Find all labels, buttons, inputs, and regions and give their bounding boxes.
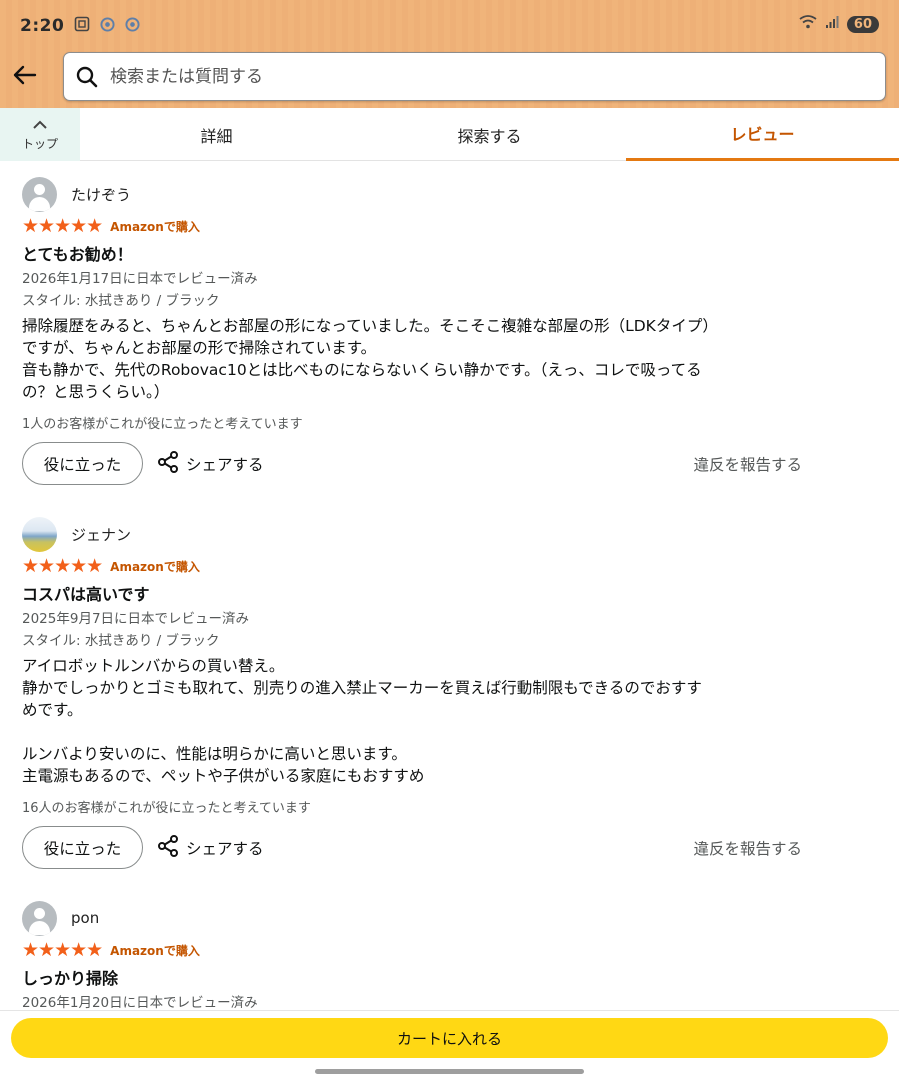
report-link[interactable]: 違反を報告する: [693, 442, 802, 485]
helpful-button[interactable]: 役に立った: [22, 826, 143, 869]
helpful-count: 16人のお客様がこれが役に立ったと考えています: [22, 801, 311, 816]
top-bar: 2:20 60: [0, 0, 899, 108]
search-box[interactable]: [63, 52, 886, 101]
report-link[interactable]: 違反を報告する: [693, 826, 802, 869]
signal-icon: [825, 15, 839, 33]
tab-explore[interactable]: 探索する: [353, 108, 626, 161]
share-label: シェアする: [186, 455, 264, 474]
avatar: [22, 176, 57, 212]
share-button[interactable]: シェアする: [156, 826, 264, 869]
star-rating: ★★★★★: [22, 555, 103, 577]
tab-details[interactable]: 詳細: [80, 108, 353, 161]
review-actions: 役に立った シェアする 違反を報告する: [22, 826, 802, 870]
review-date: 2026年1月17日に日本でレビュー済み: [22, 271, 258, 287]
verified-badge: Amazonで購入: [110, 943, 200, 958]
avatar: [22, 516, 57, 552]
tab-bar: トップ 詳細 探索する レビュー: [0, 108, 899, 161]
reviewer-name: たけぞう: [71, 185, 132, 204]
review-body: 掃除履歴をみると、ちゃんとお部屋の形になっていました。そこそこ複雑な部屋の形（L…: [22, 317, 718, 401]
status-right: 60: [799, 15, 879, 33]
review-card: たけぞう ★★★★★ Amazonで購入 とてもお勧め！ 2026年1月17日に…: [22, 176, 802, 486]
search-icon: [64, 66, 110, 88]
share-button[interactable]: シェアする: [156, 442, 264, 485]
review-card: ジェナン ★★★★★ Amazonで購入 コスパは高いです 2025年9月7日に…: [22, 516, 802, 870]
battery-indicator: 60: [846, 15, 879, 33]
helpful-button[interactable]: 役に立った: [22, 442, 143, 485]
add-to-cart-button[interactable]: カートに入れる: [11, 1018, 888, 1058]
tab-reviews[interactable]: レビュー: [626, 108, 899, 161]
review-title: しっかり掃除: [22, 969, 119, 988]
chevron-up-icon: [32, 118, 48, 132]
chrome-icon: [100, 16, 115, 36]
review-title: コスパは高いです: [22, 585, 150, 604]
reviewer-name: ジェナン: [71, 525, 132, 544]
status-time: 2:20: [20, 16, 65, 36]
share-icon: [156, 450, 180, 478]
review-header: ジェナン: [22, 516, 802, 552]
wifi-icon: [799, 15, 817, 33]
home-indicator[interactable]: [315, 1069, 584, 1074]
bottom-bar: カートに入れる: [0, 1010, 899, 1080]
search-input[interactable]: [110, 66, 850, 87]
review-style: スタイル: 水拭きあり / ブラック: [22, 293, 220, 309]
review-card: pon ★★★★★ Amazonで購入 しっかり掃除 2026年1月20日に日本…: [22, 900, 802, 1011]
rating-line: ★★★★★ Amazonで購入: [22, 939, 802, 961]
share-icon: [156, 834, 180, 862]
back-arrow-icon[interactable]: [10, 60, 40, 90]
review-style: スタイル: 水拭きあり / ブラック: [22, 633, 220, 649]
verified-badge: Amazonで購入: [110, 219, 200, 234]
screenshot-icon: [74, 16, 90, 36]
tab-top[interactable]: トップ: [0, 108, 80, 161]
share-label: シェアする: [186, 839, 264, 858]
helpful-count: 1人のお客様がこれが役に立ったと考えています: [22, 417, 303, 432]
review-header: pon: [22, 900, 802, 936]
review-header: たけぞう: [22, 176, 802, 212]
star-rating: ★★★★★: [22, 939, 103, 961]
rating-line: ★★★★★ Amazonで購入: [22, 215, 802, 237]
review-date: 2025年9月7日に日本でレビュー済み: [22, 611, 250, 627]
review-body: アイロボットルンバからの買い替え。 静かでしっかりとゴミも取れて、別売りの進入禁…: [22, 657, 702, 785]
reviewer-name: pon: [71, 909, 100, 927]
rating-line: ★★★★★ Amazonで購入: [22, 555, 802, 577]
verified-badge: Amazonで購入: [110, 559, 200, 574]
review-date: 2026年1月20日に日本でレビュー済み: [22, 995, 258, 1011]
review-title: とてもお勧め！: [22, 245, 133, 264]
star-rating: ★★★★★: [22, 215, 103, 237]
avatar: [22, 900, 57, 936]
chrome-icon: [125, 16, 140, 36]
tab-top-label: トップ: [21, 136, 58, 151]
review-actions: 役に立った シェアする 違反を報告する: [22, 442, 802, 486]
status-bar: 2:20: [20, 14, 140, 38]
